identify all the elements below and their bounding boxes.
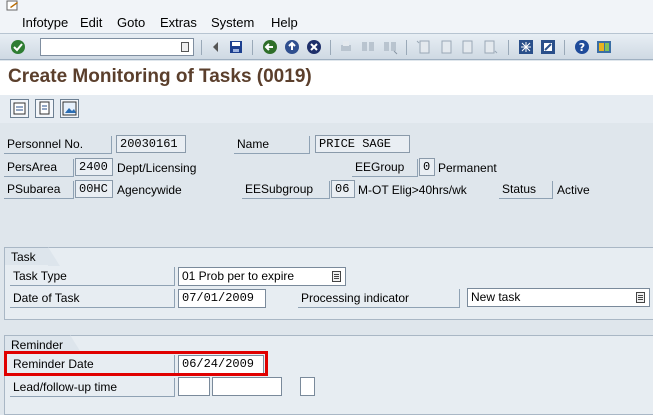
toolbar-separator xyxy=(508,40,509,55)
overview-button[interactable] xyxy=(10,99,29,118)
document-button[interactable] xyxy=(35,99,54,118)
print-icon[interactable] xyxy=(338,39,354,55)
document-icon xyxy=(39,101,50,115)
image-icon xyxy=(62,101,77,116)
eegroup-text: Permanent xyxy=(438,161,497,175)
image-button[interactable] xyxy=(60,99,79,118)
date-of-task-field[interactable]: 07/01/2009 xyxy=(178,289,266,308)
new-session-icon[interactable] xyxy=(518,39,534,55)
svg-text:?: ? xyxy=(579,41,585,54)
psubarea-text: Agencywide xyxy=(117,183,182,197)
eesubgroup-label: EESubgroup xyxy=(242,181,330,199)
menu-system[interactable]: System xyxy=(211,15,254,31)
lead-follow-up-sign-field[interactable] xyxy=(300,377,315,396)
shortcut-icon[interactable] xyxy=(540,39,556,55)
task-type-field[interactable]: 01 Prob per to expire xyxy=(178,267,346,286)
lead-follow-up-time-field[interactable] xyxy=(178,377,210,396)
task-type-dropdown-icon[interactable] xyxy=(332,271,341,282)
page-title: Create Monitoring of Tasks (0019) xyxy=(8,66,312,87)
status-value: Active xyxy=(557,183,590,197)
psubarea-label: PSubarea xyxy=(4,181,74,199)
eesubgroup-text: M-OT Elig>40hrs/wk xyxy=(358,183,467,197)
find-icon[interactable] xyxy=(360,39,376,55)
standard-toolbar: ? xyxy=(0,33,653,60)
save-icon[interactable] xyxy=(228,39,244,55)
toolbar-separator xyxy=(406,40,407,55)
personnel-no-label: Personnel No. xyxy=(4,136,112,154)
date-of-task-label: Date of Task xyxy=(10,289,175,308)
system-menu-icon[interactable] xyxy=(6,0,20,12)
menu-goto[interactable]: Goto xyxy=(117,15,145,31)
reminder-date-highlight-box xyxy=(4,351,268,376)
find-next-icon[interactable] xyxy=(382,39,398,55)
persarea-label: PersArea xyxy=(4,159,74,177)
task-type-value: 01 Prob per to expire xyxy=(182,269,295,283)
enter-icon[interactable] xyxy=(10,39,26,55)
menu-bar: Infotype Edit Goto Extras System Help xyxy=(0,0,653,33)
menu-edit[interactable]: Edit xyxy=(80,15,102,31)
name-label: Name xyxy=(234,136,310,154)
toolbar-separator xyxy=(201,40,202,55)
processing-indicator-label: Processing indicator xyxy=(298,289,460,308)
task-type-label: Task Type xyxy=(10,267,175,286)
back-arrow-icon[interactable] xyxy=(208,39,224,55)
overview-icon xyxy=(13,102,26,115)
personnel-no-field: 20030161 xyxy=(116,135,186,153)
eegroup-label: EEGroup xyxy=(352,159,418,177)
command-field[interactable] xyxy=(40,38,194,56)
persarea-code: 2400 xyxy=(75,158,113,176)
exit-icon[interactable] xyxy=(284,39,300,55)
next-page-icon[interactable] xyxy=(460,39,476,55)
menu-extras[interactable]: Extras xyxy=(160,15,197,31)
eesubgroup-code: 06 xyxy=(331,180,355,198)
previous-page-icon[interactable] xyxy=(438,39,454,55)
processing-indicator-field[interactable]: New task xyxy=(467,288,650,307)
menu-infotype[interactable]: Infotype xyxy=(22,15,68,31)
name-field: PRICE SAGE xyxy=(315,135,410,153)
help-icon[interactable]: ? xyxy=(574,39,590,55)
task-group-title: Task xyxy=(4,247,60,266)
status-label: Status xyxy=(499,181,553,199)
toolbar-separator xyxy=(330,40,331,55)
command-history-icon[interactable] xyxy=(181,42,189,52)
toolbar-separator xyxy=(252,40,253,55)
application-toolbar xyxy=(0,95,653,123)
last-page-icon[interactable] xyxy=(482,39,498,55)
eegroup-code: 0 xyxy=(419,158,435,176)
processing-indicator-value: New task xyxy=(471,290,521,304)
lead-follow-up-label: Lead/follow-up time xyxy=(10,378,175,397)
layout-menu-icon[interactable] xyxy=(596,39,612,55)
persarea-text: Dept/Licensing xyxy=(117,161,197,175)
processing-indicator-dropdown-icon[interactable] xyxy=(636,292,645,303)
toolbar-separator xyxy=(564,40,565,55)
psubarea-code: 00HC xyxy=(75,180,113,198)
lead-follow-up-unit-field[interactable] xyxy=(212,377,282,396)
menu-help[interactable]: Help xyxy=(271,15,298,31)
first-page-icon[interactable] xyxy=(416,39,432,55)
cancel-icon[interactable] xyxy=(306,39,322,55)
back-icon[interactable] xyxy=(262,39,278,55)
